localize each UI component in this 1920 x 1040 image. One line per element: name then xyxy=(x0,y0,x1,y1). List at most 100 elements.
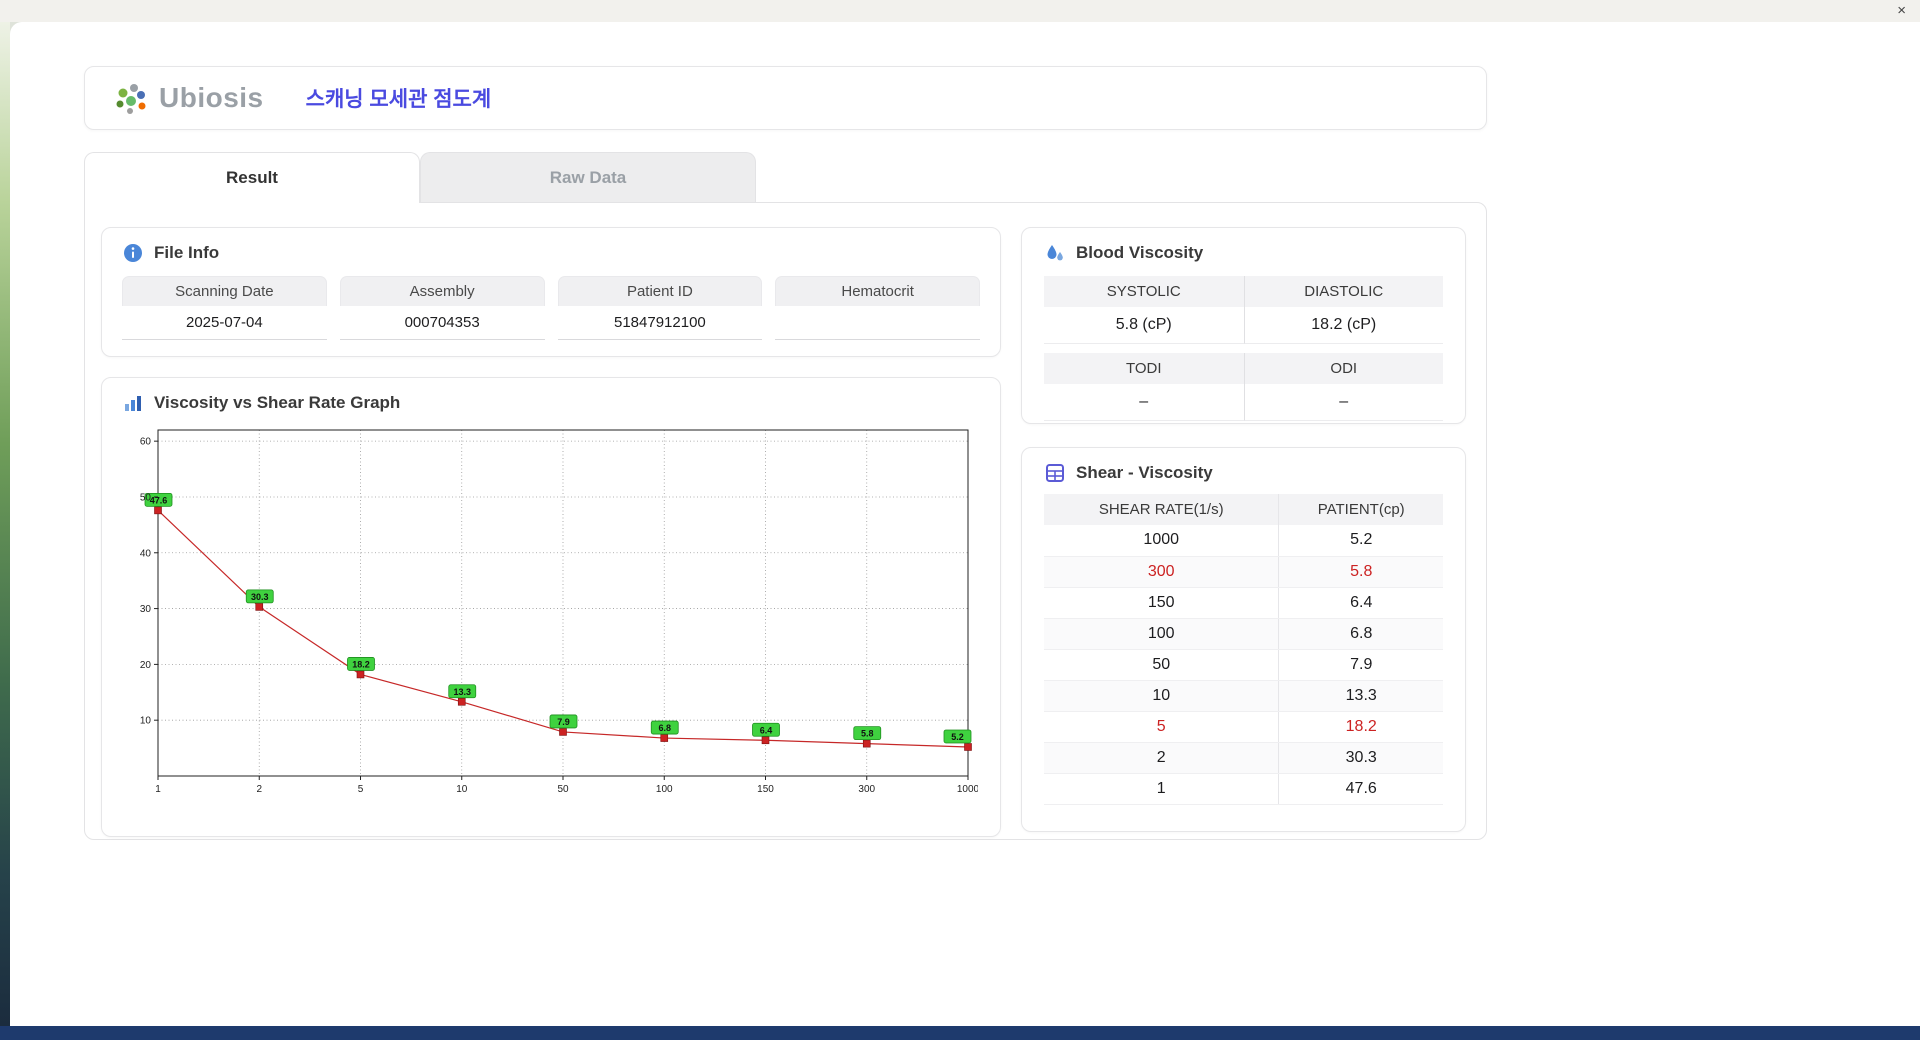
field-value: 2025-07-04 xyxy=(122,306,327,340)
field-patient-id: Patient ID 51847912100 xyxy=(557,276,763,340)
table-row: 50 7.9 xyxy=(1044,649,1443,681)
svg-text:150: 150 xyxy=(757,784,774,795)
taskbar-edge xyxy=(0,1026,1920,1040)
svg-text:5: 5 xyxy=(358,784,364,795)
field-label: Assembly xyxy=(339,276,545,306)
blood-viscosity-grid: SYSTOLIC DIASTOLIC 5.8 (cP) 18.2 (cP) TO… xyxy=(1044,276,1443,421)
file-info-card: File Info Scanning Date 2025-07-04 Assem… xyxy=(101,227,1001,357)
shear-rate-cell: 50 xyxy=(1044,649,1279,681)
patient-cell: 30.3 xyxy=(1278,742,1443,774)
tab-raw-data[interactable]: Raw Data xyxy=(420,152,756,202)
table-grid-icon xyxy=(1044,462,1066,484)
svg-text:40: 40 xyxy=(140,548,152,559)
svg-text:50: 50 xyxy=(557,784,569,795)
patient-cell: 18.2 xyxy=(1278,711,1443,743)
systolic-label: SYSTOLIC xyxy=(1044,276,1244,307)
tab-bar: Result Raw Data xyxy=(84,152,756,203)
bar-chart-icon xyxy=(122,392,144,414)
patient-cell: 5.8 xyxy=(1278,556,1443,588)
field-value xyxy=(775,306,980,340)
desktop-background-edge xyxy=(0,22,10,1026)
field-value: 000704353 xyxy=(339,306,545,340)
viscosity-graph-card: Viscosity vs Shear Rate Graph 47.6 30.3 18… xyxy=(101,377,1001,837)
shear-rate-cell: 1 xyxy=(1044,773,1279,805)
logo-text: Ubiosis xyxy=(159,82,264,113)
table-row: 10 13.3 xyxy=(1044,680,1443,712)
svg-text:10: 10 xyxy=(456,784,468,795)
patient-cell: 5.2 xyxy=(1278,525,1443,557)
title-bar: × xyxy=(0,0,1920,22)
todi-value: – xyxy=(1044,384,1244,421)
svg-text:47.6: 47.6 xyxy=(150,495,168,505)
svg-text:6.8: 6.8 xyxy=(658,723,671,733)
field-label: Patient ID xyxy=(557,276,763,306)
svg-text:1000: 1000 xyxy=(957,784,978,795)
shear-viscosity-card: Shear - Viscosity SHEAR RATE(1/s) PATIEN… xyxy=(1021,447,1466,832)
ubiosis-logo: Ubiosis xyxy=(113,80,264,116)
svg-text:100: 100 xyxy=(656,784,673,795)
col-shear-rate: SHEAR RATE(1/s) xyxy=(1044,494,1279,525)
diastolic-label: DIASTOLIC xyxy=(1243,276,1443,307)
table-row: 2 30.3 xyxy=(1044,742,1443,774)
result-panel: File Info Scanning Date 2025-07-04 Assem… xyxy=(84,202,1487,840)
patient-cell: 47.6 xyxy=(1278,773,1443,805)
diastolic-value: 18.2 (cP) xyxy=(1243,307,1443,344)
svg-text:30.3: 30.3 xyxy=(251,592,269,602)
info-icon xyxy=(122,242,144,264)
odi-label: ODI xyxy=(1243,353,1443,384)
field-label: Scanning Date xyxy=(122,276,327,306)
svg-text:7.9: 7.9 xyxy=(557,717,570,727)
field-value: 51847912100 xyxy=(557,306,763,340)
field-scanning-date: Scanning Date 2025-07-04 xyxy=(122,276,327,340)
close-icon[interactable]: × xyxy=(1893,2,1910,20)
field-assembly: Assembly 000704353 xyxy=(339,276,545,340)
col-patient: PATIENT(cp) xyxy=(1278,494,1443,525)
shear-rate-cell: 100 xyxy=(1044,618,1279,650)
shear-viscosity-table: SHEAR RATE(1/s) PATIENT(cp) 1000 5.2 300 5… xyxy=(1044,494,1443,805)
chart-area: 47.6 30.3 18.2 13.3 7.9 6.8 6.4 5.8 5.2 1 2 5 10 50 10… xyxy=(122,424,980,802)
page-title: 스캐닝 모세관 점도계 xyxy=(305,88,492,111)
svg-text:50: 50 xyxy=(140,492,152,503)
svg-text:5.2: 5.2 xyxy=(951,732,964,742)
svg-text:300: 300 xyxy=(858,784,875,795)
svg-text:2: 2 xyxy=(256,784,262,795)
water-drop-icon xyxy=(1044,242,1066,264)
patient-cell: 6.8 xyxy=(1278,618,1443,650)
table-row: 150 6.4 xyxy=(1044,587,1443,619)
svg-text:20: 20 xyxy=(140,660,152,671)
svg-text:18.2: 18.2 xyxy=(352,659,370,669)
shear-rate-cell: 5 xyxy=(1044,711,1279,743)
file-info-title: File Info xyxy=(154,243,220,262)
svg-text:5.8: 5.8 xyxy=(861,729,874,739)
patient-cell: 6.4 xyxy=(1278,587,1443,619)
file-info-fields: Scanning Date 2025-07-04 Assembly 000704… xyxy=(122,276,980,340)
table-row: 1000 5.2 xyxy=(1044,525,1443,557)
svg-text:10: 10 xyxy=(140,716,152,727)
table-row: 100 6.8 xyxy=(1044,618,1443,650)
blood-viscosity-card: Blood Viscosity SYSTOLIC DIASTOLIC 5.8 (… xyxy=(1021,227,1466,424)
svg-text:60: 60 xyxy=(140,437,152,448)
patient-cell: 13.3 xyxy=(1278,680,1443,712)
table-row: 5 18.2 xyxy=(1044,711,1443,743)
graph-title: Viscosity vs Shear Rate Graph xyxy=(154,393,401,412)
shear-rate-cell: 2 xyxy=(1044,742,1279,774)
app-header: Ubiosis 스캐닝 모세관 점도계 xyxy=(84,66,1487,130)
odi-value: – xyxy=(1243,384,1443,421)
svg-text:6.4: 6.4 xyxy=(760,725,773,735)
svg-text:30: 30 xyxy=(140,604,152,615)
logo-dots-icon xyxy=(116,84,146,114)
table-row: 300 5.8 xyxy=(1044,556,1443,588)
systolic-value: 5.8 (cP) xyxy=(1044,307,1244,344)
field-label: Hematocrit xyxy=(775,276,980,306)
blood-viscosity-title: Blood Viscosity xyxy=(1076,243,1204,262)
shear-viscosity-title: Shear - Viscosity xyxy=(1076,463,1213,482)
shear-rate-cell: 150 xyxy=(1044,587,1279,619)
shear-rate-cell: 1000 xyxy=(1044,525,1279,557)
svg-text:1: 1 xyxy=(155,784,161,795)
app-window: Ubiosis 스캐닝 모세관 점도계 Result Raw Data File… xyxy=(10,22,1920,1026)
tab-result[interactable]: Result xyxy=(84,152,420,203)
todi-label: TODI xyxy=(1044,353,1244,384)
svg-text:13.3: 13.3 xyxy=(453,687,471,697)
patient-cell: 7.9 xyxy=(1278,649,1443,681)
table-row: 1 47.6 xyxy=(1044,773,1443,805)
